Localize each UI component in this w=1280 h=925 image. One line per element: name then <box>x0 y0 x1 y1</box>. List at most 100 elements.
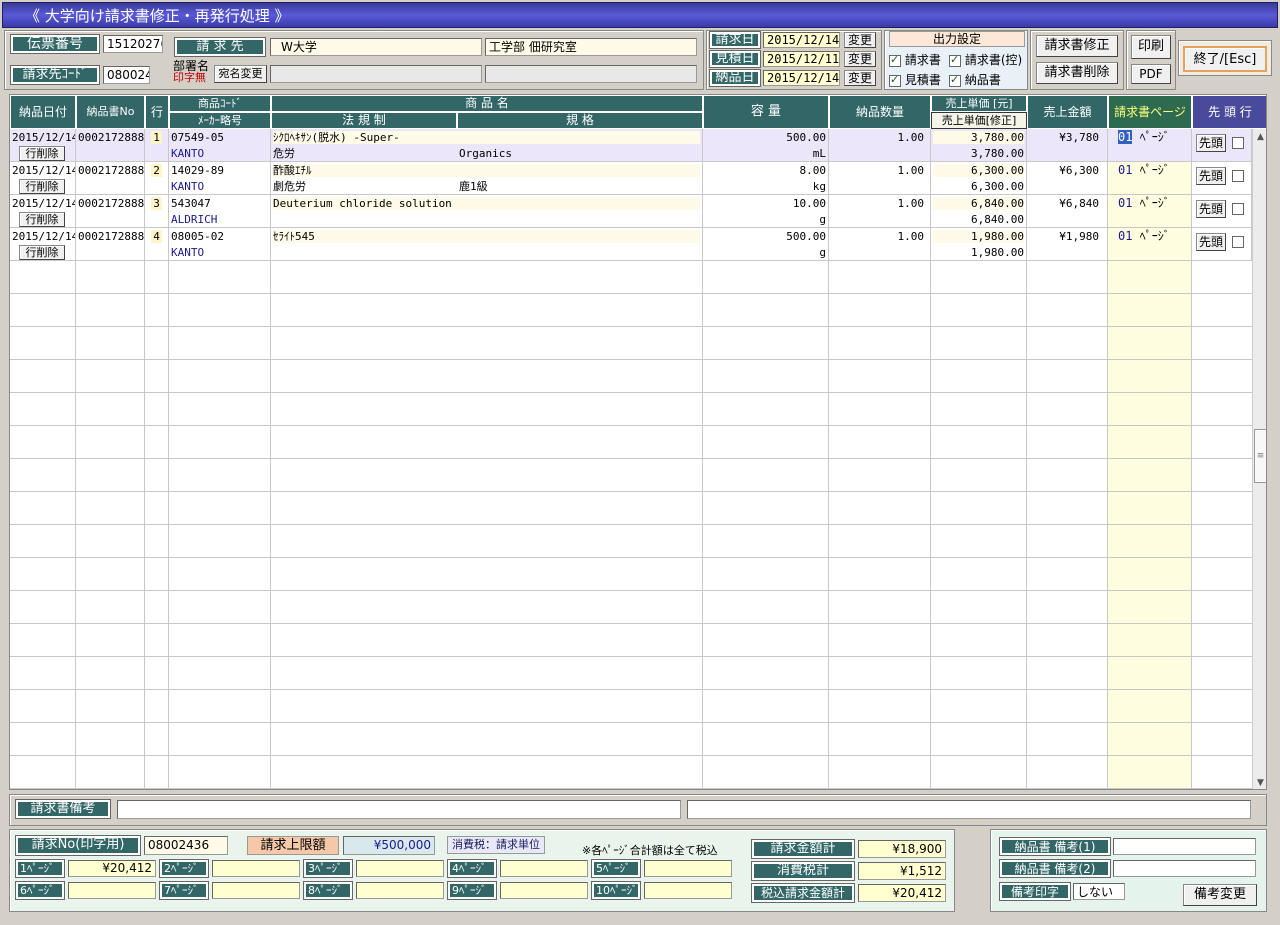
biko-field-2[interactable] <box>687 800 1251 819</box>
out-seikyusho-option[interactable]: 請求書 <box>889 51 941 68</box>
col-kikaku: 規 格 <box>457 112 703 129</box>
print-button[interactable]: 印刷 <box>1131 35 1171 59</box>
scroll-up-icon[interactable]: ▲ <box>1253 129 1266 145</box>
exit-button[interactable]: 終了/[Esc] <box>1183 46 1267 72</box>
row-sento-button[interactable]: 先頭 <box>1196 233 1226 251</box>
nohin-biko1-field[interactable] <box>1113 838 1256 855</box>
scroll-down-icon[interactable]: ▼ <box>1253 775 1266 789</box>
out-nohinsho-option[interactable]: 納品書 <box>949 71 1001 88</box>
row-delete-button[interactable]: 行削除 <box>19 146 65 161</box>
row-kingaku: ¥6,840 <box>1059 197 1099 210</box>
tax-field[interactable]: ¥1,512 <box>858 862 946 880</box>
seikyubi-change-button[interactable]: 変更 <box>844 32 876 48</box>
pdf-button[interactable]: PDF <box>1131 64 1171 84</box>
row-page-no[interactable]: 01 <box>1118 130 1133 144</box>
jogen-label: 請求上限額 <box>247 836 339 855</box>
biko-inji-field[interactable]: しない <box>1073 883 1125 900</box>
page-total-field[interactable] <box>500 860 588 877</box>
checkbox-icon[interactable] <box>949 73 961 87</box>
busho-field-2[interactable] <box>485 65 697 83</box>
row-nohin-no: 0002172888 <box>78 131 145 144</box>
row-gyo: 4 <box>151 230 162 243</box>
row-tanka[interactable]: 3,780.00 <box>933 131 1024 144</box>
table-row[interactable]: 2015/12/14 行削除 0002172888 1 07549-05 KANTO ｼｸﾛ… <box>10 129 1252 162</box>
jogen-field[interactable]: ¥500,000 <box>343 836 435 855</box>
row-product-name[interactable]: Deuterium chloride solution <box>273 197 700 210</box>
row-tanka-fix[interactable]: 1,980.00 <box>933 246 1024 259</box>
checkbox-icon[interactable] <box>889 53 901 67</box>
row-code: 08005-02 <box>171 230 224 243</box>
row-delete-button[interactable]: 行削除 <box>19 179 65 194</box>
page-total-field[interactable] <box>644 882 732 899</box>
row-delete-button[interactable]: 行削除 <box>19 212 65 227</box>
row-tanka[interactable]: 6,840.00 <box>933 197 1024 210</box>
out-mitsumori-option[interactable]: 見積書 <box>889 71 941 88</box>
row-sento-checkbox[interactable] <box>1232 137 1244 149</box>
page-total-field[interactable] <box>68 882 156 899</box>
atena-change-button[interactable]: 宛名変更 <box>214 65 267 83</box>
page-total-field[interactable] <box>356 882 444 899</box>
row-sento-button[interactable]: 先頭 <box>1196 167 1226 185</box>
mitsumoribi-change-button[interactable]: 変更 <box>844 51 876 67</box>
row-page: 01 ﾍﾟｰｼﾞ <box>1118 164 1189 177</box>
row-tanka[interactable]: 6,300.00 <box>933 164 1024 177</box>
mitsumoribi-field[interactable]: 2015/12/11 <box>763 51 840 67</box>
page-total-field[interactable]: ¥20,412 <box>68 860 156 877</box>
row-page-no[interactable]: 01 <box>1118 163 1132 177</box>
row-sento-button[interactable]: 先頭 <box>1196 200 1226 218</box>
row-gyo: 3 <box>151 197 162 210</box>
seikyusaki-dept-field[interactable]: 工学部 佃研究室 <box>485 38 697 56</box>
row-tanka-fix[interactable]: 6,300.00 <box>933 180 1024 193</box>
page-total-label: 7ﾍﾟｰｼﾞ <box>159 881 209 900</box>
biko-change-button[interactable]: 備考変更 <box>1183 884 1257 906</box>
row-product-name[interactable]: ｾﾗｲﾄ545 <box>273 230 700 243</box>
table-row[interactable]: 2015/12/14 行削除 0002172888 2 14029-89 KANTO 酢酸ｴ… <box>10 162 1252 195</box>
col-page: 請求書ページ <box>1108 95 1192 129</box>
row-date: 2015/12/14 <box>12 131 76 144</box>
biko-field-1[interactable] <box>117 800 681 819</box>
row-page-no[interactable]: 01 <box>1118 229 1132 243</box>
seikyusaki-code-field[interactable]: 080024 <box>103 66 150 84</box>
page-total-field[interactable] <box>212 882 300 899</box>
busho-field-1[interactable] <box>270 65 482 83</box>
row-tanka-fix[interactable]: 3,780.00 <box>933 147 1024 160</box>
row-page-no[interactable]: 01 <box>1118 196 1132 210</box>
out-seikyusho-hikae-option[interactable]: 請求書(控) <box>949 51 1022 68</box>
invoice-modify-button[interactable]: 請求書修正 <box>1036 35 1118 57</box>
row-delete-button[interactable]: 行削除 <box>19 245 65 260</box>
nohinbi-change-button[interactable]: 変更 <box>844 70 876 86</box>
invoice-delete-button[interactable]: 請求書削除 <box>1036 62 1118 84</box>
table-row[interactable]: 2015/12/14 行削除 0002172888 3 543047 ALDRICH Deu… <box>10 195 1252 228</box>
checkbox-icon[interactable] <box>949 53 961 67</box>
row-product-name[interactable]: 酢酸ｴﾁﾙ <box>273 164 700 177</box>
grand-total-field[interactable]: ¥20,412 <box>858 884 946 902</box>
total-field[interactable]: ¥18,900 <box>858 840 946 858</box>
nohinbi-field[interactable]: 2015/12/14 <box>763 70 840 86</box>
seikyubi-field[interactable]: 2015/12/14 <box>763 32 840 48</box>
row-tanka-fix[interactable]: 6,840.00 <box>933 213 1024 226</box>
row-unit: g <box>819 213 826 226</box>
row-product-name[interactable]: ｼｸﾛﾍｷｻﾝ(脱水) -Super- <box>273 131 700 144</box>
page-total-field[interactable] <box>644 860 732 877</box>
out-seikyusho-hikae-label: 請求書(控) <box>964 53 1023 67</box>
scrollbar[interactable]: ▲ ≡ ▼ <box>1252 129 1266 789</box>
table-row[interactable]: 2015/12/14 行削除 0002172888 4 08005-02 KANTO ｾﾗｲ… <box>10 228 1252 261</box>
scroll-thumb[interactable]: ≡ <box>1254 429 1266 483</box>
page-total-field[interactable] <box>356 860 444 877</box>
row-tanka[interactable]: 1,980.00 <box>933 230 1024 243</box>
seikyusaki-name-field[interactable]: W大学 <box>270 38 482 56</box>
page-total-field[interactable] <box>212 860 300 877</box>
row-sento-checkbox[interactable] <box>1232 236 1244 248</box>
page-total-label: 1ﾍﾟｰｼﾞ <box>15 859 65 878</box>
seikyu-no-field[interactable]: 08002436 <box>144 836 228 855</box>
row-sento-checkbox[interactable] <box>1232 170 1244 182</box>
page-total-field[interactable] <box>500 882 588 899</box>
denpyo-field[interactable]: 15120276 <box>103 35 163 53</box>
nohin-biko2-field[interactable] <box>1113 860 1256 877</box>
row-qty: 1.00 <box>897 131 925 144</box>
tax-note-2: ※各ﾍﾟｰｼﾞ合計額は全て税込 <box>582 844 718 857</box>
row-sento-checkbox[interactable] <box>1232 203 1244 215</box>
row-code: 14029-89 <box>171 164 224 177</box>
row-sento-button[interactable]: 先頭 <box>1196 134 1226 152</box>
checkbox-icon[interactable] <box>889 73 901 87</box>
